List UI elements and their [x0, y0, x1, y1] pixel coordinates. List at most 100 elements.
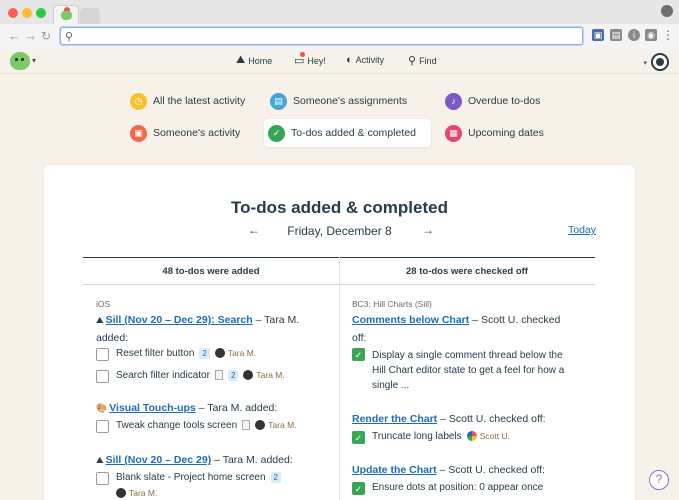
- user-avatar[interactable]: [651, 53, 669, 71]
- todolist-heading: Comments below Chart – Scott U. checked: [352, 314, 561, 326]
- todo-text[interactable]: Reset filter button: [116, 348, 194, 359]
- browser-tab-active[interactable]: [53, 5, 79, 24]
- notes-icon: [214, 370, 223, 380]
- todo-checkbox[interactable]: [96, 370, 109, 383]
- extension-icon[interactable]: ▣: [592, 29, 604, 41]
- briefcase-icon: ▣: [130, 124, 147, 142]
- next-day-arrow-icon[interactable]: →: [422, 223, 434, 237]
- todo-checkbox-checked[interactable]: ✓: [352, 482, 365, 495]
- nav-hey[interactable]: ▭ Hey!: [294, 52, 326, 67]
- bell-icon: ♪: [445, 92, 462, 110]
- mountain-icon: ⛰: [236, 54, 246, 66]
- today-link[interactable]: Today: [568, 224, 596, 236]
- window-icon[interactable]: ▤: [610, 29, 622, 41]
- todolist-link[interactable]: Sill (Nov 20 – Dec 29): [106, 454, 212, 466]
- avatar: [214, 348, 225, 358]
- todolist-heading: Render the Chart – Scott U. checked off:: [352, 413, 546, 425]
- assignee: Tara M.: [255, 420, 297, 430]
- camera-icon[interactable]: ◉: [645, 29, 657, 41]
- todo-text[interactable]: Display a single comment thread below th…: [372, 348, 564, 393]
- added-column-header: 48 to-dos were added: [83, 257, 339, 285]
- column-divider: [339, 257, 340, 500]
- todo-checkbox[interactable]: [96, 420, 109, 433]
- filter-someones-activity[interactable]: ▣ Someone's activity: [126, 119, 240, 147]
- filter-upcoming-dates[interactable]: ▦ Upcoming dates: [441, 119, 544, 147]
- avatar: [466, 431, 477, 441]
- notification-dot: [300, 52, 305, 57]
- report-card: To-dos added & completed ← Friday, Decem…: [44, 165, 635, 500]
- todolist-heading: ⛰ Sill (Nov 20 – Dec 29): Search – Tara M…: [96, 314, 300, 326]
- todolist-heading: ⛰ Sill (Nov 20 – Dec 29) – Tara M. added:: [96, 454, 293, 466]
- todo-item: Search filter indicator 2 Tara M.: [96, 370, 285, 383]
- comment-count-badge[interactable]: 2: [199, 348, 210, 359]
- new-tab-button[interactable]: [80, 8, 100, 24]
- todo-text[interactable]: Blank slate - Project home screen: [116, 472, 266, 483]
- nav-home[interactable]: ⛰ Home: [236, 54, 272, 67]
- todolist-heading: 🎨 Visual Touch-ups – Tara M. added:: [96, 402, 278, 414]
- todolist-link[interactable]: Update the Chart: [352, 464, 437, 476]
- minimize-window-button[interactable]: [22, 8, 32, 18]
- report-date: Friday, December 8: [287, 224, 392, 238]
- basecamp-logo-icon[interactable]: [10, 52, 30, 70]
- project-name: BC3: Hill Charts (Sill): [352, 299, 432, 309]
- browser-toolbar: ← → ↻ ⚲ ▣ ▤ i ◉ ⋮: [0, 24, 679, 50]
- assignee: Tara M.: [116, 488, 157, 498]
- address-bar[interactable]: ⚲: [60, 27, 583, 45]
- hey-icon: ▭: [294, 52, 305, 67]
- todo-text[interactable]: Tweak change tools screen: [116, 420, 237, 431]
- calendar-icon: ▦: [445, 124, 462, 142]
- action-text: added:: [96, 332, 129, 344]
- filter-todos-added-completed[interactable]: ✓ To-dos added & completed: [264, 119, 431, 147]
- todo-checkbox[interactable]: [96, 472, 109, 485]
- todolist-link[interactable]: Sill (Nov 20 – Dec 29): Search: [106, 314, 253, 326]
- todo-checkbox-checked[interactable]: ✓: [352, 348, 365, 361]
- browser-profile-icon[interactable]: [661, 5, 673, 17]
- avatar: [116, 488, 126, 498]
- nav-activity[interactable]: ◐ Activity: [346, 54, 384, 66]
- forward-icon[interactable]: →: [24, 28, 37, 44]
- browser-chrome: ← → ↻ ⚲ ▣ ▤ i ◉ ⋮: [0, 0, 679, 50]
- action-text: off:: [352, 332, 367, 344]
- app-navigation: ▾ ⛰ Home ▭ Hey! ◐ Activity ⚲ Find ▾: [0, 50, 679, 74]
- maximize-window-button[interactable]: [36, 8, 46, 18]
- avatar: [255, 420, 266, 430]
- mountain-emoji-icon: ⛰: [96, 315, 104, 325]
- filter-overdue-todos[interactable]: ♪ Overdue to-dos: [441, 87, 540, 115]
- filter-all-latest-activity[interactable]: ◷ All the latest activity: [126, 87, 245, 115]
- todo-text[interactable]: Search filter indicator: [116, 370, 210, 381]
- nav-find[interactable]: ⚲ Find: [408, 54, 437, 67]
- close-window-button[interactable]: [8, 8, 18, 18]
- checked-column-header: 28 to-dos were checked off: [339, 257, 595, 285]
- todo-text[interactable]: Ensure dots at position: 0 appear once: [372, 482, 543, 493]
- todo-item: ✓ Display a single comment thread below …: [352, 348, 564, 393]
- check-icon: ✓: [268, 124, 285, 142]
- reload-icon[interactable]: ↻: [41, 28, 51, 44]
- chevron-down-icon[interactable]: ▾: [32, 56, 36, 65]
- date-navigator: ← Friday, December 8 → Today: [44, 223, 635, 239]
- report-title: To-dos added & completed: [231, 198, 448, 217]
- help-button[interactable]: ?: [649, 470, 669, 490]
- menu-icon[interactable]: ⋮: [662, 29, 674, 41]
- filter-someones-assignments[interactable]: ▤ Someone's assignments: [266, 87, 407, 115]
- todo-checkbox[interactable]: [96, 348, 109, 361]
- assignment-icon: ▤: [270, 92, 287, 110]
- basecamp-favicon-icon: [61, 7, 72, 20]
- todolist-link[interactable]: Render the Chart: [352, 413, 437, 425]
- address-input[interactable]: [79, 29, 574, 43]
- todolist-link[interactable]: Visual Touch-ups: [109, 402, 196, 414]
- back-icon[interactable]: ←: [8, 28, 21, 44]
- chevron-down-icon[interactable]: ▾: [643, 59, 647, 67]
- todo-item: Tweak change tools screen Tara M.: [96, 420, 297, 433]
- todolist-link[interactable]: Comments below Chart: [352, 314, 469, 326]
- comment-count-badge[interactable]: 2: [270, 472, 281, 483]
- todo-checkbox-checked[interactable]: ✓: [352, 431, 365, 444]
- todo-text[interactable]: Truncate long labels: [372, 431, 462, 442]
- avatar: [243, 370, 254, 380]
- assignee: Tara M.: [243, 370, 285, 380]
- todo-assignee-row: Tara M.: [116, 488, 157, 498]
- notes-icon: [242, 420, 251, 430]
- project-name: iOS: [96, 299, 111, 309]
- todo-item: Reset filter button 2 Tara M.: [96, 348, 256, 361]
- comment-count-badge[interactable]: 2: [227, 370, 239, 381]
- info-icon[interactable]: i: [628, 29, 640, 41]
